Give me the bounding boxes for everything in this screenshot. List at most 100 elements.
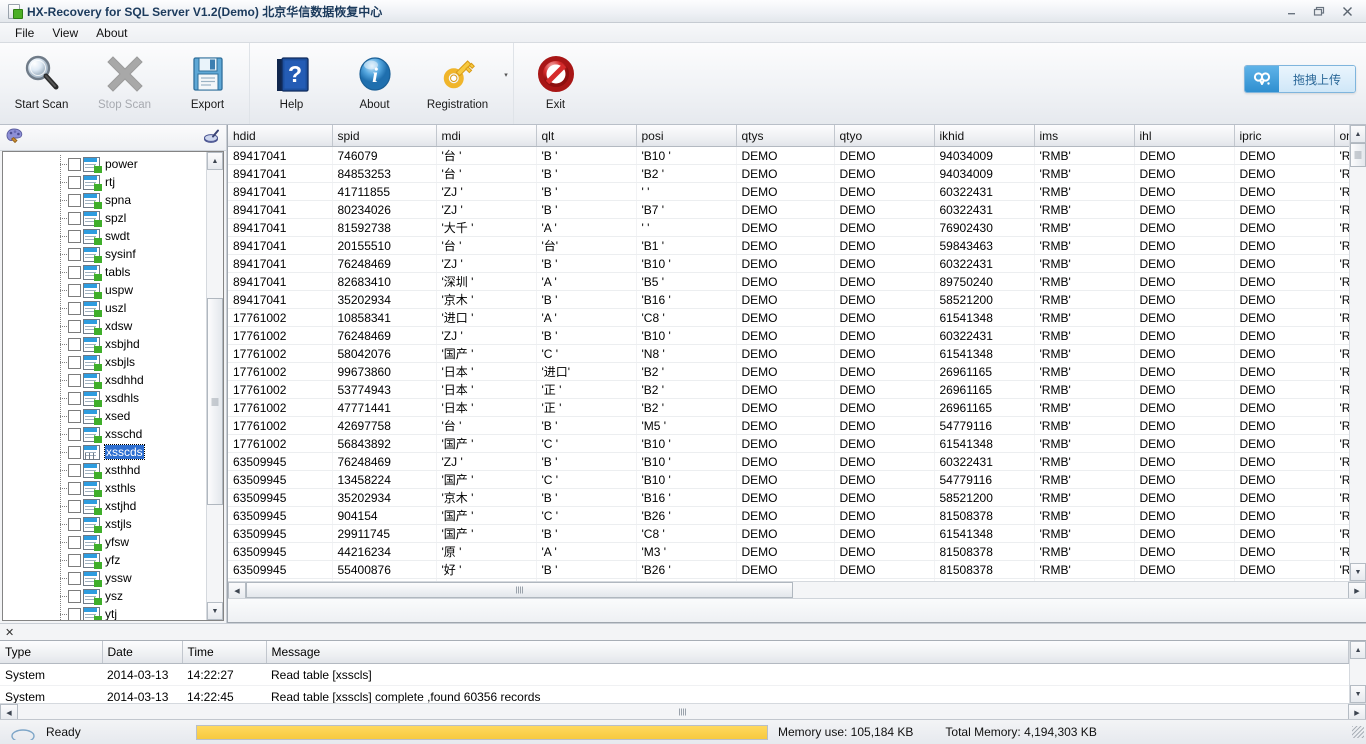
tree-item-checkbox[interactable] bbox=[68, 481, 81, 495]
grid-column-header-spid[interactable]: spid bbox=[332, 125, 437, 147]
tree-item-xsbjls[interactable]: xsbjls bbox=[3, 353, 206, 371]
registration-button[interactable]: Registration bbox=[416, 43, 499, 124]
stop-scan-button[interactable]: Stop Scan bbox=[83, 43, 166, 124]
tree-item-xsed[interactable]: xsed bbox=[3, 407, 206, 425]
tree-item-checkbox[interactable] bbox=[68, 175, 81, 189]
tree-item-checkbox[interactable] bbox=[68, 373, 81, 387]
chevron-down-icon[interactable]: ▾ bbox=[499, 43, 513, 124]
menu-about[interactable]: About bbox=[87, 24, 136, 42]
tree-item-checkbox[interactable] bbox=[68, 535, 81, 549]
log-close-icon[interactable]: ✕ bbox=[5, 626, 14, 639]
tree-item-yfsw[interactable]: yfsw bbox=[3, 533, 206, 551]
table-row[interactable]: 63509945 904154 '国产 ' 'C ' 'B26 ' DEMO DEMO 815… bbox=[228, 506, 1349, 525]
grid-column-header-mdi[interactable]: mdi bbox=[436, 125, 537, 147]
log-column-header-message[interactable]: Message bbox=[266, 641, 1350, 664]
table-row[interactable]: 89417041 35202934 '京木 ' 'B ' 'B16 ' DEMO DEMO 5… bbox=[228, 290, 1349, 309]
table-row[interactable]: 17761002 99673860 '日本 ' '进口' 'B2 ' DEMO DEMO 26… bbox=[228, 362, 1349, 381]
log-scroll-down-icon[interactable]: ▼ bbox=[1350, 685, 1366, 703]
table-row[interactable]: 17761002 53774943 '日本 ' '正 ' 'B2 ' DEMO DEMO 26… bbox=[228, 380, 1349, 399]
menu-file[interactable]: File bbox=[6, 24, 43, 42]
tree-scroll-track[interactable] bbox=[207, 170, 223, 602]
tree-item-checkbox[interactable] bbox=[68, 553, 81, 567]
table-row[interactable]: 63509945 29911745 '国产 ' 'B ' 'C8 ' DEMO DEMO 61… bbox=[228, 524, 1349, 543]
table-row[interactable]: 17761002 56843892 '国产 ' 'C ' 'B10 ' DEMO DEMO 6… bbox=[228, 434, 1349, 453]
tree-item-checkbox[interactable] bbox=[68, 463, 81, 477]
tree-item-checkbox[interactable] bbox=[68, 193, 81, 207]
log-hscroll-track[interactable] bbox=[18, 704, 1348, 719]
tree-item-xsdhls[interactable]: xsdhls bbox=[3, 389, 206, 407]
log-vertical-scrollbar[interactable]: ▲ ▼ bbox=[1349, 641, 1366, 703]
tree-item-checkbox[interactable] bbox=[68, 283, 81, 297]
tree-item-checkbox[interactable] bbox=[68, 355, 81, 369]
tree-item-uszl[interactable]: uszl bbox=[3, 299, 206, 317]
tree-item-spna[interactable]: spna bbox=[3, 191, 206, 209]
table-row[interactable]: 63509945 44216234 '原 ' 'A ' 'M3 ' DEMO DEMO 815… bbox=[228, 542, 1349, 561]
tree-item-checkbox[interactable] bbox=[68, 445, 81, 459]
log-row[interactable]: System 2014-03-13 14:22:27 Read table [xssc… bbox=[0, 663, 1349, 686]
tree-item-xsthls[interactable]: xsthls bbox=[3, 479, 206, 497]
grid-column-header-posi[interactable]: posi bbox=[636, 125, 737, 147]
tree-item-checkbox[interactable] bbox=[68, 301, 81, 315]
grid-scroll-track[interactable] bbox=[1350, 143, 1366, 563]
table-row[interactable]: 89417041 82683410 '深圳 ' 'A ' 'B5 ' DEMO DEMO 89… bbox=[228, 272, 1349, 291]
grid-scroll-down-icon[interactable]: ▼ bbox=[1350, 563, 1366, 581]
grid-column-header-qlt[interactable]: qlt bbox=[536, 125, 637, 147]
tree-item-checkbox[interactable] bbox=[68, 589, 81, 603]
scroll-down-icon[interactable]: ▼ bbox=[207, 602, 223, 620]
tree-item-xsscds[interactable]: xsscds bbox=[3, 443, 206, 461]
table-row[interactable]: 89417041 81592738 '大千 ' 'A ' ' ' DEMO DEMO 7690… bbox=[228, 218, 1349, 237]
export-button[interactable]: Export bbox=[166, 43, 249, 124]
log-scroll-up-icon[interactable]: ▲ bbox=[1350, 641, 1366, 659]
tree-item-checkbox[interactable] bbox=[68, 247, 81, 261]
log-scroll-track[interactable] bbox=[1350, 659, 1366, 685]
tree-item-checkbox[interactable] bbox=[68, 391, 81, 405]
tree-item-checkbox[interactable] bbox=[68, 517, 81, 531]
log-scroll-right-icon[interactable]: ▶ bbox=[1348, 704, 1366, 719]
tree-item-swdt[interactable]: swdt bbox=[3, 227, 206, 245]
table-row[interactable]: 89417041 76248469 'ZJ ' 'B ' 'B10 ' DEMO DEMO 6… bbox=[228, 254, 1349, 273]
table-row[interactable]: 63509945 55400876 '好 ' 'B ' 'B26 ' DEMO DEMO 81… bbox=[228, 560, 1349, 579]
tree-item-checkbox[interactable] bbox=[68, 427, 81, 441]
table-row[interactable]: 17761002 47771441 '日本 ' '正 ' 'B2 ' DEMO DEMO 26… bbox=[228, 398, 1349, 417]
magnifier-tool-icon[interactable] bbox=[203, 128, 220, 147]
log-column-header-type[interactable]: Type bbox=[0, 641, 103, 664]
table-row[interactable]: 17761002 42697758 '台 ' 'B ' 'M5 ' DEMO DEMO 547… bbox=[228, 416, 1349, 435]
grid-column-header-hdid[interactable]: hdid bbox=[228, 125, 333, 147]
grid-column-header-ihl[interactable]: ihl bbox=[1134, 125, 1235, 147]
tree-item-checkbox[interactable] bbox=[68, 571, 81, 585]
tree-item-checkbox[interactable] bbox=[68, 211, 81, 225]
table-row[interactable]: 89417041 80234026 'ZJ ' 'B ' 'B7 ' DEMO DEMO 60… bbox=[228, 200, 1349, 219]
restore-icon[interactable] bbox=[1306, 2, 1332, 20]
tree-item-uspw[interactable]: uspw bbox=[3, 281, 206, 299]
grid-column-header-om[interactable]: om bbox=[1334, 125, 1349, 147]
log-column-header-time[interactable]: Time bbox=[182, 641, 267, 664]
tree-item-ytj[interactable]: ytj bbox=[3, 605, 206, 620]
tree-item-xdsw[interactable]: xdsw bbox=[3, 317, 206, 335]
start-scan-button[interactable]: Start Scan bbox=[0, 43, 83, 124]
tree-item-checkbox[interactable] bbox=[68, 499, 81, 513]
minimize-icon[interactable] bbox=[1278, 2, 1304, 20]
tree-item-xstjls[interactable]: xstjls bbox=[3, 515, 206, 533]
grid-scroll-up-icon[interactable]: ▲ bbox=[1350, 125, 1366, 143]
tree-item-checkbox[interactable] bbox=[68, 337, 81, 351]
grid-hscroll-thumb[interactable] bbox=[246, 582, 793, 598]
tree-item-xsthhd[interactable]: xsthhd bbox=[3, 461, 206, 479]
scroll-up-icon[interactable]: ▲ bbox=[207, 152, 223, 170]
tree-item-yssw[interactable]: yssw bbox=[3, 569, 206, 587]
log-scroll-left-icon[interactable]: ◀ bbox=[0, 704, 18, 719]
resize-grip-icon[interactable] bbox=[1352, 726, 1364, 738]
tree-item-checkbox[interactable] bbox=[68, 265, 81, 279]
tree-vertical-scrollbar[interactable]: ▲ ▼ bbox=[206, 152, 223, 620]
table-row[interactable]: 63509945 13458224 '国产 ' 'C ' 'B10 ' DEMO DEMO 5… bbox=[228, 470, 1349, 489]
grid-horizontal-scrollbar[interactable]: ◀ ▶ bbox=[228, 581, 1366, 600]
close-icon[interactable] bbox=[1334, 2, 1360, 20]
help-button[interactable]: ? Help bbox=[250, 43, 333, 124]
about-button[interactable]: i About bbox=[333, 43, 416, 124]
tree-item-checkbox[interactable] bbox=[68, 229, 81, 243]
grid-vertical-scrollbar[interactable]: ▲ ▼ bbox=[1349, 125, 1366, 581]
table-row[interactable]: 89417041 746079 '台 ' 'B ' 'B10 ' DEMO DEMO 9403… bbox=[228, 146, 1349, 165]
table-row[interactable]: 89417041 84853253 '台 ' 'B ' 'B2 ' DEMO DEMO 940… bbox=[228, 164, 1349, 183]
grid-column-header-ikhid[interactable]: ikhid bbox=[934, 125, 1035, 147]
grid-scroll-thumb[interactable] bbox=[1350, 143, 1366, 167]
exit-button[interactable]: Exit bbox=[514, 43, 597, 124]
